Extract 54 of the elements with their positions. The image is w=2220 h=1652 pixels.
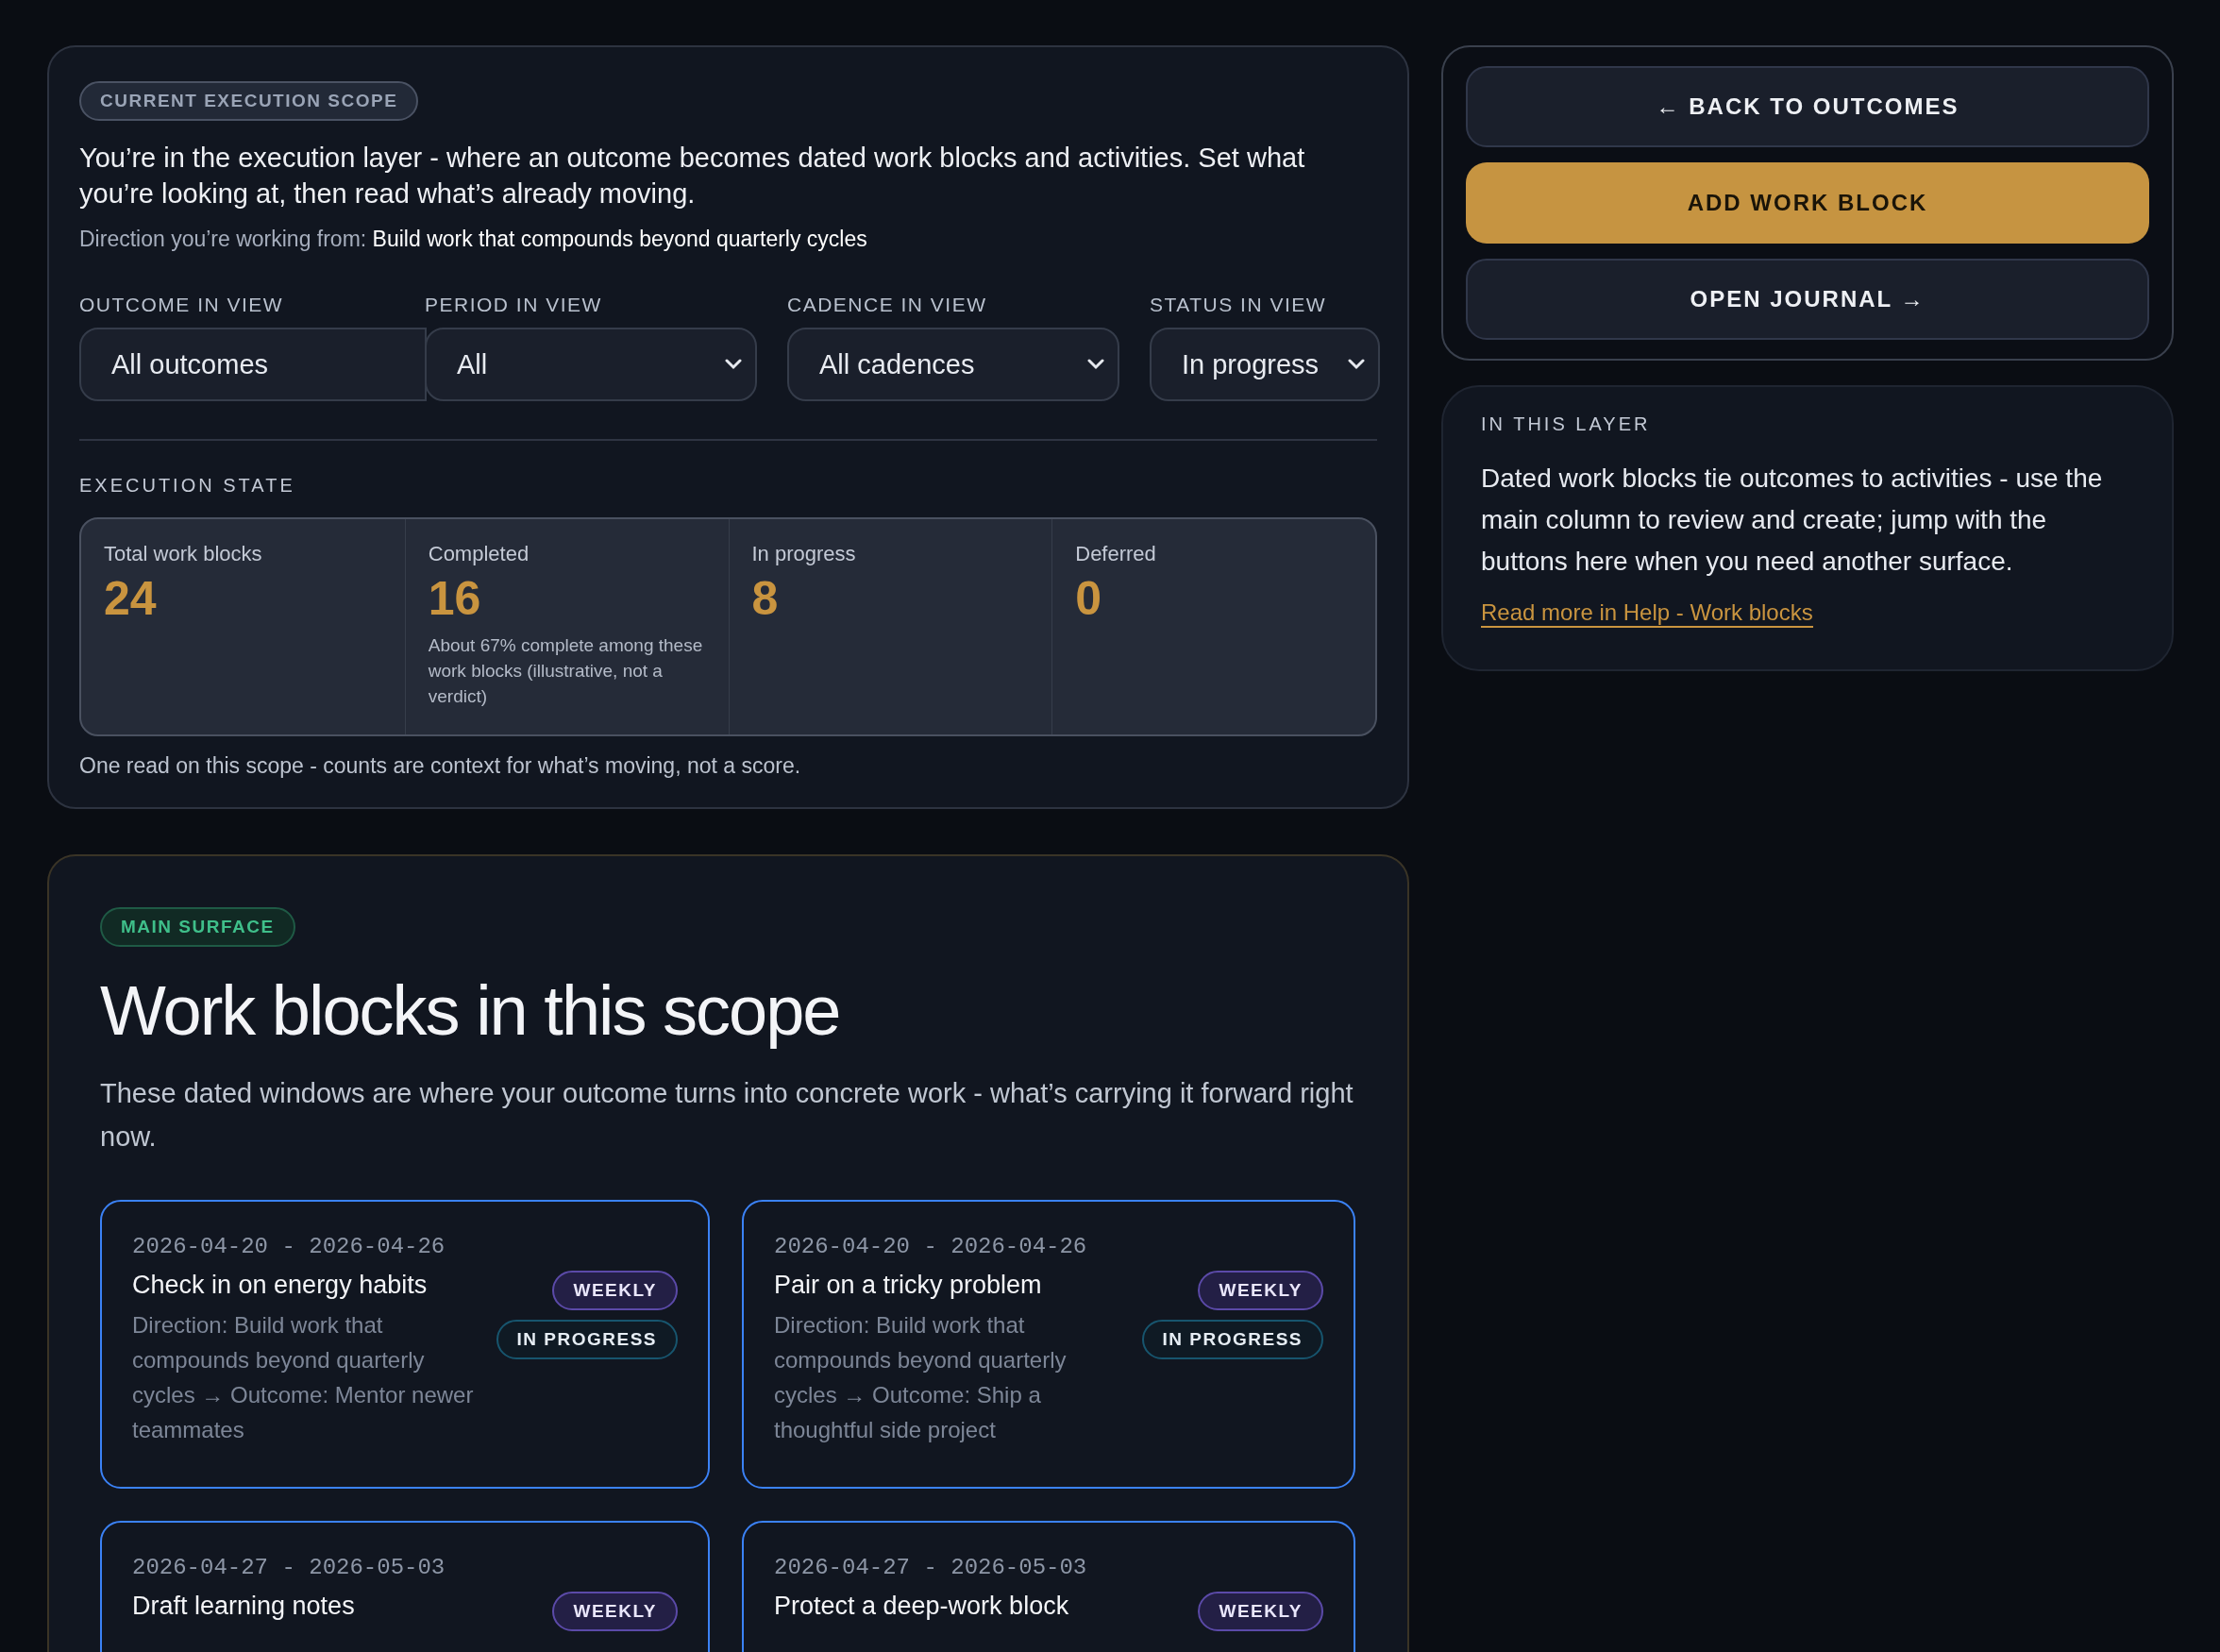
footnote-text: One read on this scope - counts are context for what’s moving, not a score. (79, 753, 802, 779)
stat-value: 8 (751, 572, 780, 625)
stat-label: Completed (428, 542, 530, 566)
info-heading: IN THIS LAYER (1481, 413, 1652, 435)
main-badge: MAIN SURFACE (100, 907, 295, 947)
status-tag: IN PROGRESS (1141, 1320, 1323, 1359)
action-button[interactable]: ADD WORK BLOCK (1466, 162, 2149, 244)
cadence-tag: WEEKLY (552, 1271, 678, 1310)
stat-value: 16 (428, 572, 482, 625)
filter-select[interactable]: All outcomes (79, 328, 427, 401)
work-block-card[interactable]: 2026-04-27 - 2026-05-03 Draft learning notes WEEKLY (100, 1521, 710, 1652)
main-description: These dated windows are where your outcome turns into concrete work - what’s carrying it forward right now. (100, 1077, 1354, 1154)
stat-value: 24 (104, 572, 158, 625)
filter-label: CADENCE IN VIEW (787, 294, 988, 316)
date-range: 2026-04-27 - 2026-05-03 (774, 1555, 1088, 1580)
date-range: 2026-04-20 - 2026-04-26 (774, 1234, 1088, 1259)
stat-label: In progress (751, 542, 857, 566)
action-button[interactable]: OPEN JOURNAL → (1466, 259, 2149, 340)
work-block-card[interactable]: 2026-04-20 - 2026-04-26 Pair on a tricky problem Direction: Build work that compounds beyond quarterly cycles → Outcome: Ship a thoughtful side project WEEKLY IN PROGRESS (742, 1200, 1355, 1489)
stat-label: Total work blocks (104, 542, 263, 566)
stat-value: 0 (1075, 572, 1103, 625)
direction-text: Direction you’re working from: Build work that compounds beyond quarterly cycles (79, 227, 868, 252)
intro-text: You’re in the execution layer - where an outcome becomes dated work blocks and activities. Set what you’re looking at, then read what’s already moving. (79, 142, 1306, 211)
stat-label: Deferred (1075, 542, 1157, 566)
cadence-tag: WEEKLY (1198, 1592, 1323, 1631)
help-link[interactable]: Read more in Help - Work blocks (1481, 599, 1813, 628)
card-path: Direction: Build work that compounds beyond quarterly cycles → Outcome: Ship a thoughtful side project (774, 1311, 1068, 1444)
info-text: Dated work blocks tie outcomes to activities - use the main column to review and create; jump with the buttons here when you need another surface. (1481, 463, 2104, 578)
stat-note: About 67% complete among these work blocks (illustrative, not a verdict) (428, 634, 704, 708)
cadence-tag: WEEKLY (552, 1592, 678, 1631)
chevron-icon (1087, 359, 1104, 370)
chevron-icon (1348, 359, 1365, 370)
card-title: Check in on energy habits (132, 1271, 429, 1300)
card-path: Direction: Build work that compounds beyond quarterly cycles → Outcome: Mentor newer teammates (132, 1311, 475, 1444)
filter-select[interactable]: All (425, 328, 757, 401)
status-tag: IN PROGRESS (496, 1320, 678, 1359)
filter-label: STATUS IN VIEW (1150, 294, 1328, 316)
card-title: Draft learning notes (132, 1592, 356, 1621)
section-heading: EXECUTION STATE (79, 475, 296, 497)
scope-badge: CURRENT EXECUTION SCOPE (79, 81, 419, 121)
card-title: Pair on a tricky problem (774, 1271, 1043, 1300)
filter-select[interactable]: In progress (1150, 328, 1380, 401)
main-title: Work blocks in this scope (100, 970, 841, 1052)
date-range: 2026-04-20 - 2026-04-26 (132, 1234, 446, 1259)
action-button[interactable]: ← BACK TO OUTCOMES (1466, 66, 2149, 147)
filter-label: PERIOD IN VIEW (425, 294, 603, 316)
chevron-icon (725, 359, 742, 370)
cadence-tag: WEEKLY (1198, 1271, 1323, 1310)
card-title: Protect a deep-work block (774, 1592, 1070, 1621)
filter-select[interactable]: All cadences (787, 328, 1119, 401)
date-range: 2026-04-27 - 2026-05-03 (132, 1555, 446, 1580)
work-block-card[interactable]: 2026-04-27 - 2026-05-03 Protect a deep-work block WEEKLY (742, 1521, 1355, 1652)
filter-label: OUTCOME IN VIEW (79, 294, 285, 316)
work-block-card[interactable]: 2026-04-20 - 2026-04-26 Check in on energy habits Direction: Build work that compounds beyond quarterly cycles → Outcome: Mentor newer teammates WEEKLY IN PROGRESS (100, 1200, 710, 1489)
